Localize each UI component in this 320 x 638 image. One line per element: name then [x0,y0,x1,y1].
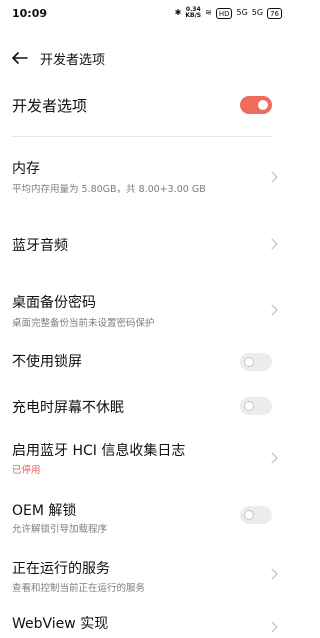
chevron-right-icon [266,621,278,633]
toggle-knob [244,510,254,520]
item-title: 内存 [12,161,40,177]
item-title: 桌面备份密码 [12,295,96,311]
chevron-right-icon [266,238,278,250]
stay-awake-toggle[interactable] [240,397,272,415]
status-bar: 10:09 ✱ 0.34 KB/S ≋ HD 5G 5G 76 [0,0,292,28]
list-item-no-lock-screen[interactable]: 不使用锁屏 [0,344,292,380]
chevron-right-icon [266,171,278,183]
item-title: 启用蓝牙 HCI 信息收集日志 [12,443,186,459]
list-item-memory[interactable]: 内存 平均内存用量为 5.80GB，共 8.00+3.00 GB [0,152,292,202]
list-item-bluetooth-hci-log[interactable]: 启用蓝牙 HCI 信息收集日志 已停用 [0,434,292,484]
list-item-bluetooth-audio[interactable]: 蓝牙音频 [0,226,292,262]
divider [12,136,272,137]
list-item-running-services[interactable]: 正在运行的服务 查看和控制当前正在运行的服务 [0,552,292,602]
signal-icon-1: 5G [236,8,248,17]
back-button[interactable] [8,46,32,70]
item-title: 不使用锁屏 [12,354,82,370]
battery-icon: 76 [267,7,282,19]
chevron-right-icon [266,568,278,580]
item-title: WebView 实现 [12,616,109,632]
item-subtitle: 桌面完整备份当前未设置密码保护 [12,318,155,329]
list-item-desktop-backup-password[interactable]: 桌面备份密码 桌面完整备份当前未设置密码保护 [0,286,292,336]
page-title: 开发者选项 [40,53,106,68]
list-item-stay-awake[interactable]: 充电时屏幕不休眠 [0,390,292,426]
master-toggle-label: 开发者选项 [12,97,88,115]
wifi-icon: ≋ [205,8,212,17]
master-toggle-switch[interactable] [240,96,272,114]
arrow-left-icon [12,52,28,64]
item-title: 正在运行的服务 [12,561,110,577]
hd-icon: HD [215,7,233,19]
network-speed: 0.34 KB/S [185,7,201,19]
item-subtitle: 查看和控制当前正在运行的服务 [12,583,146,594]
list-item-oem-unlock[interactable]: OEM 解锁 允许解锁引导加载程序 [0,494,292,544]
item-title: OEM 解锁 [12,503,77,519]
status-time: 10:09 [12,7,48,20]
oem-unlock-toggle[interactable] [240,506,272,524]
item-title: 充电时屏幕不休眠 [12,400,124,416]
item-subtitle: 平均内存用量为 5.80GB，共 8.00+3.00 GB [12,184,206,195]
signal-icon-2: 5G [251,8,264,17]
no-lock-screen-toggle[interactable] [240,353,272,371]
item-status: 已停用 [12,465,41,476]
item-title: 蓝牙音频 [12,238,68,254]
toggle-knob [244,357,254,367]
network-speed-unit: KB/S [185,12,202,19]
item-subtitle: 允许解锁引导加载程序 [12,524,108,535]
list-item-webview[interactable]: WebView 实现 [0,608,292,638]
status-icons: ✱ 0.34 KB/S ≋ HD 5G 5G 76 [175,6,282,20]
bluetooth-icon: ✱ [174,8,182,17]
master-toggle-row[interactable]: 开发者选项 [0,88,292,122]
header: 开发者选项 [0,42,292,74]
toggle-knob [244,401,254,411]
toggle-knob [258,100,268,110]
chevron-right-icon [266,452,278,464]
chevron-right-icon [266,304,278,316]
